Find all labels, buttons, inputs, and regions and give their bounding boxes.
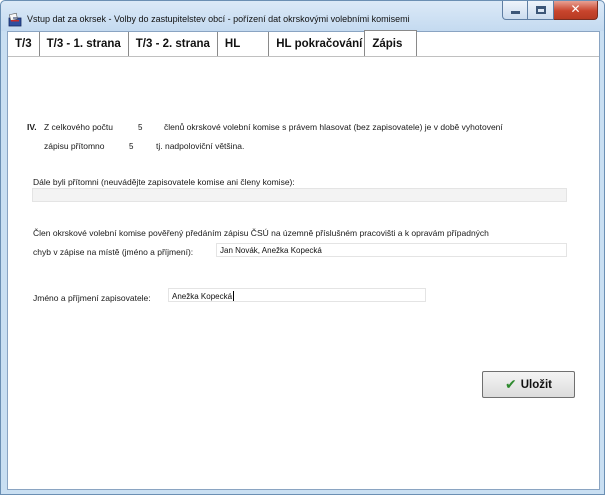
recorder-name-value: Anežka Kopecká (172, 292, 233, 301)
recorder-label: Jméno a příjmení zapisovatele: (33, 293, 151, 303)
tab-hl-continuation[interactable]: HL pokračování (269, 32, 364, 56)
total-members-input[interactable] (136, 121, 158, 133)
delegate-label-line2: chyb v zápise na místě (jméno a příjmení… (33, 247, 194, 257)
window-controls: ✕ (502, 1, 598, 20)
section-number: IV. (27, 122, 37, 132)
tab-t3[interactable]: T/3 (8, 32, 40, 56)
checkmark-icon: ✔ (504, 376, 517, 393)
present-members-label: zápisu přítomno (44, 141, 105, 151)
delegate-name-input[interactable] (216, 243, 567, 257)
others-present-label: Dále byli přítomni (neuvádějte zapisovat… (33, 177, 295, 187)
tab-hl[interactable]: HL (218, 32, 270, 56)
zapis-panel: IV. Z celkového počtu členů okrskové vol… (8, 57, 599, 489)
tab-t3-page1[interactable]: T/3 - 1. strana (40, 32, 129, 56)
present-members-suffix: tj. nadpoloviční většina. (156, 141, 245, 151)
tab-strip: T/3 T/3 - 1. strana T/3 - 2. strana HL H… (8, 30, 418, 56)
tab-t3-page2[interactable]: T/3 - 2. strana (129, 32, 218, 56)
ballot-box-icon (7, 11, 23, 27)
app-window: Vstup dat za okrsek - Volby do zastupite… (0, 0, 605, 495)
total-members-suffix: členů okrskové volební komise s právem h… (164, 122, 503, 132)
tab-zapis[interactable]: Zápis (364, 30, 418, 56)
minimize-button[interactable] (502, 1, 528, 20)
delegate-label-line1: Člen okrskové volební komise pověřený př… (33, 228, 489, 238)
close-button[interactable]: ✕ (554, 1, 598, 20)
recorder-name-input[interactable]: Anežka Kopecká (168, 288, 426, 302)
maximize-button[interactable] (528, 1, 554, 20)
save-button[interactable]: ✔ Uložit (482, 371, 575, 398)
total-members-label: Z celkového počtu (44, 122, 113, 132)
present-members-input[interactable] (127, 140, 149, 152)
minimize-icon (511, 11, 520, 14)
save-button-label: Uložit (520, 378, 553, 391)
maximize-icon (536, 6, 546, 14)
client-area: T/3 T/3 - 1. strana T/3 - 2. strana HL H… (7, 30, 600, 490)
window-title: Vstup dat za okrsek - Volby do zastupite… (27, 14, 410, 24)
title-bar[interactable]: Vstup dat za okrsek - Volby do zastupite… (1, 1, 604, 31)
others-present-input[interactable] (32, 188, 567, 202)
close-icon: ✕ (570, 2, 581, 16)
text-caret (233, 291, 235, 301)
